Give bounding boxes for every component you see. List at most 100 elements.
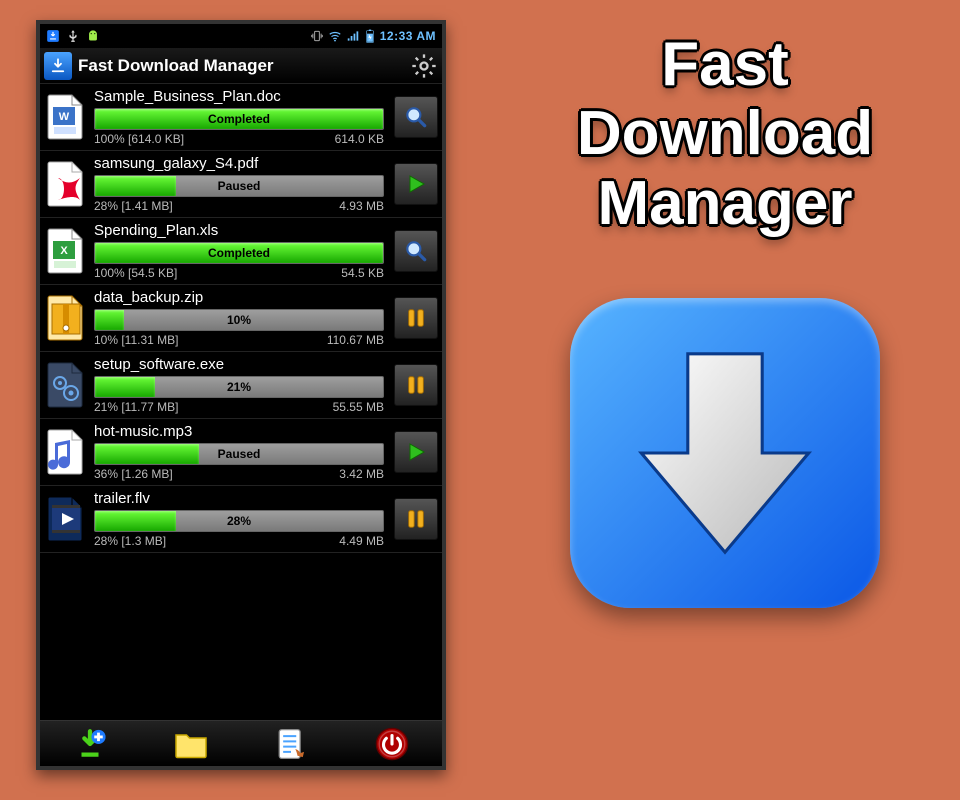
progress-right-text: 110.67 MB: [327, 333, 384, 347]
download-icon: [46, 29, 60, 43]
xls-icon: X: [44, 225, 88, 277]
bottom-toolbar: [40, 720, 442, 766]
progress-left-text: 10% [11.31 MB]: [94, 333, 179, 347]
progress-bar: 10%: [94, 309, 384, 331]
download-filename: data_backup.zip: [94, 289, 384, 306]
download-filename: setup_software.exe: [94, 356, 384, 373]
task-list-icon: [275, 727, 307, 761]
progress-left-text: 28% [1.3 MB]: [94, 534, 166, 548]
progress-bar: 28%: [94, 510, 384, 532]
download-list[interactable]: W Sample_Business_Plan.doc Completed 100% […: [40, 84, 442, 724]
promo-app-icon: [570, 298, 880, 608]
download-filename: Spending_Plan.xls: [94, 222, 384, 239]
download-row[interactable]: samsung_galaxy_S4.pdf Paused 28% [1.41 MB]…: [40, 151, 442, 218]
progress-right-text: 614.0 KB: [335, 132, 384, 146]
download-info: trailer.flv 28% 28% [1.3 MB] 4.49 MB: [94, 490, 384, 548]
pdf-icon: [44, 158, 88, 210]
pause-button[interactable]: [394, 498, 438, 540]
download-info: Sample_Business_Plan.doc Completed 100% [6…: [94, 88, 384, 146]
exe-icon: [44, 359, 88, 411]
app-title: Fast Download Manager: [78, 56, 404, 76]
progress-label: 28%: [95, 511, 383, 531]
resume-button[interactable]: [394, 163, 438, 205]
progress-bar: Completed: [94, 242, 384, 264]
open-button[interactable]: [394, 230, 438, 272]
pause-button[interactable]: [394, 364, 438, 406]
download-filename: hot-music.mp3: [94, 423, 384, 440]
progress-left-text: 100% [54.5 KB]: [94, 266, 177, 280]
status-clock: 12:33 AM: [380, 29, 436, 43]
download-filename: Sample_Business_Plan.doc: [94, 88, 384, 105]
download-row[interactable]: setup_software.exe 21% 21% [11.77 MB] 55.55…: [40, 352, 442, 419]
promo-title: Fast Download Manager: [490, 30, 960, 238]
progress-left-text: 36% [1.26 MB]: [94, 467, 173, 481]
progress-bar: 21%: [94, 376, 384, 398]
add-download-icon: [73, 727, 107, 761]
settings-button[interactable]: [410, 52, 438, 80]
resume-button[interactable]: [394, 431, 438, 473]
status-bar: 12:33 AM: [40, 24, 442, 48]
progress-label: 10%: [95, 310, 383, 330]
download-info: hot-music.mp3 Paused 36% [1.26 MB] 3.42 MB: [94, 423, 384, 481]
svg-text:X: X: [60, 245, 68, 257]
download-info: Spending_Plan.xls Completed 100% [54.5 KB]…: [94, 222, 384, 280]
progress-right-text: 55.55 MB: [333, 400, 384, 414]
download-info: samsung_galaxy_S4.pdf Paused 28% [1.41 MB]…: [94, 155, 384, 213]
download-filename: samsung_galaxy_S4.pdf: [94, 155, 384, 172]
download-info: data_backup.zip 10% 10% [11.31 MB] 110.67 M…: [94, 289, 384, 347]
progress-right-text: 4.93 MB: [339, 199, 384, 213]
progress-left-text: 21% [11.77 MB]: [94, 400, 179, 414]
app-header: Fast Download Manager: [40, 48, 442, 84]
pause-icon: [405, 306, 427, 330]
file-browser-button[interactable]: [170, 725, 212, 763]
android-debug-icon: [86, 29, 100, 43]
open-button[interactable]: [394, 96, 438, 138]
pause-icon: [405, 507, 427, 531]
progress-right-text: 4.49 MB: [339, 534, 384, 548]
wifi-icon: [328, 29, 342, 43]
task-list-button[interactable]: [270, 725, 312, 763]
progress-label: Paused: [95, 444, 383, 464]
download-info: setup_software.exe 21% 21% [11.77 MB] 55.55…: [94, 356, 384, 414]
download-filename: trailer.flv: [94, 490, 384, 507]
phone-frame: 12:33 AM Fast Download Manager W Sample_B…: [36, 20, 446, 770]
usb-icon: [66, 29, 80, 43]
play-icon: [404, 172, 428, 196]
progress-right-text: 54.5 KB: [341, 266, 384, 280]
download-arrow-icon: [570, 298, 880, 608]
power-icon: [375, 727, 409, 761]
cell-signal-icon: [346, 29, 360, 43]
pause-button[interactable]: [394, 297, 438, 339]
download-row[interactable]: hot-music.mp3 Paused 36% [1.26 MB] 3.42 MB: [40, 419, 442, 486]
progress-bar: Paused: [94, 175, 384, 197]
add-download-button[interactable]: [69, 725, 111, 763]
download-row[interactable]: W Sample_Business_Plan.doc Completed 100% […: [40, 84, 442, 151]
progress-label: Completed: [95, 109, 383, 129]
download-row[interactable]: X Spending_Plan.xls Completed 100% [54.5 KB…: [40, 218, 442, 285]
svg-text:W: W: [59, 111, 70, 123]
zip-icon: [44, 292, 88, 344]
gear-icon: [410, 52, 438, 80]
magnifier-icon: [403, 238, 429, 264]
promo-panel: Fast Download Manager: [490, 30, 960, 608]
progress-right-text: 3.42 MB: [339, 467, 384, 481]
vibrate-icon: [310, 29, 324, 43]
power-button[interactable]: [371, 725, 413, 763]
progress-left-text: 100% [614.0 KB]: [94, 132, 184, 146]
magnifier-icon: [403, 104, 429, 130]
progress-left-text: 28% [1.41 MB]: [94, 199, 173, 213]
progress-label: Completed: [95, 243, 383, 263]
download-row[interactable]: trailer.flv 28% 28% [1.3 MB] 4.49 MB: [40, 486, 442, 553]
progress-bar: Completed: [94, 108, 384, 130]
progress-label: 21%: [95, 377, 383, 397]
doc-word-icon: W: [44, 91, 88, 143]
download-row[interactable]: data_backup.zip 10% 10% [11.31 MB] 110.67 M…: [40, 285, 442, 352]
app-logo-icon: [44, 52, 72, 80]
mp3-icon: [44, 426, 88, 478]
battery-icon: [364, 29, 376, 43]
progress-bar: Paused: [94, 443, 384, 465]
pause-icon: [405, 373, 427, 397]
folder-icon: [173, 729, 209, 759]
play-icon: [404, 440, 428, 464]
video-icon: [44, 493, 88, 545]
